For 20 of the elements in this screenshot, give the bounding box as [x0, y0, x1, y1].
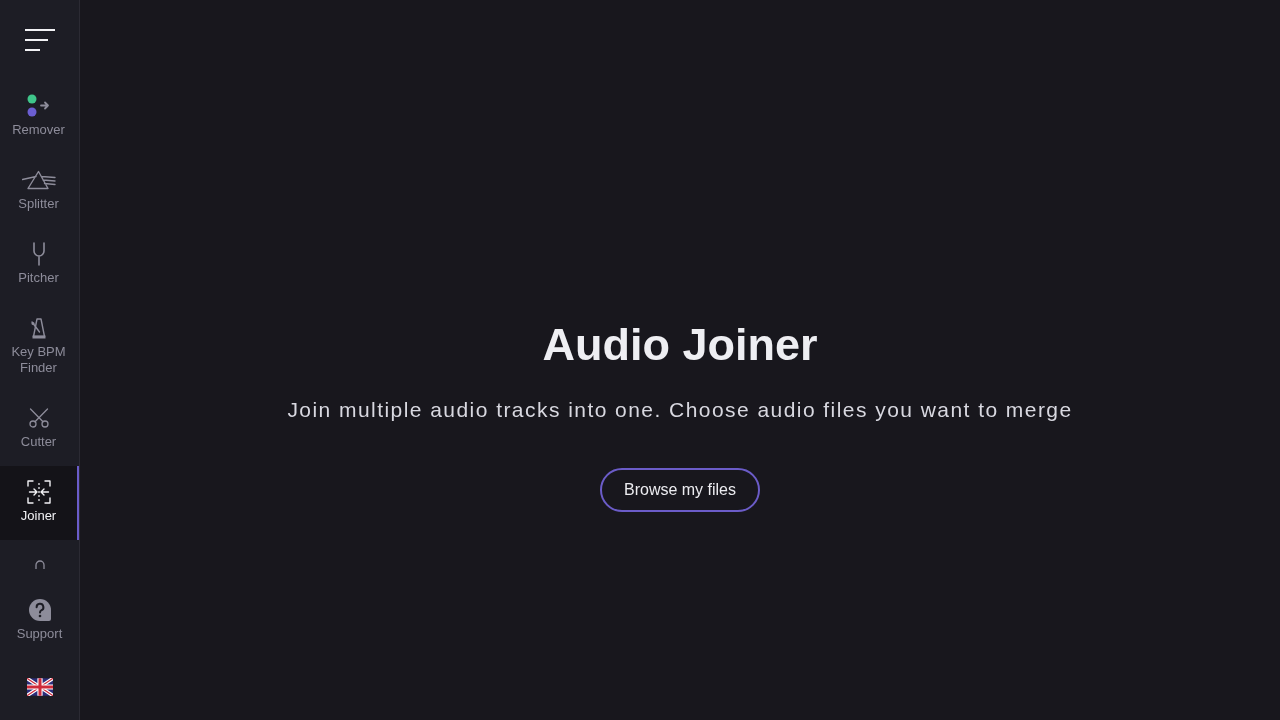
- scissors-icon: [28, 408, 49, 428]
- browse-files-button[interactable]: Browse my files: [600, 468, 760, 512]
- dots-arrow-icon: [26, 94, 51, 118]
- sidebar-item[interactable]: Remover: [0, 80, 79, 154]
- prism-icon: [21, 170, 56, 190]
- sidebar-item[interactable]: Cutter: [0, 392, 79, 466]
- sidebar-item[interactable]: Joiner: [0, 466, 79, 540]
- metronome-icon: [29, 317, 48, 339]
- arch-icon: [34, 560, 45, 569]
- sidebar-item[interactable]: Pitcher: [0, 228, 79, 302]
- menu-icon[interactable]: [24, 29, 55, 51]
- flag-icon[interactable]: [26, 678, 53, 696]
- page-title: Audio Joiner: [542, 318, 818, 372]
- inward-arrows-icon: [26, 480, 51, 504]
- sidebar-item[interactable]: Splitter: [0, 154, 79, 228]
- sidebar-item[interactable]: Key BPM Finder: [0, 302, 79, 392]
- support-link[interactable]: Support: [0, 598, 79, 642]
- help-icon: [27, 598, 52, 622]
- page-subtitle: Join multiple audio tracks into one. Choose audio files you want to merge: [287, 397, 1073, 423]
- tuning-fork-icon: [31, 242, 46, 266]
